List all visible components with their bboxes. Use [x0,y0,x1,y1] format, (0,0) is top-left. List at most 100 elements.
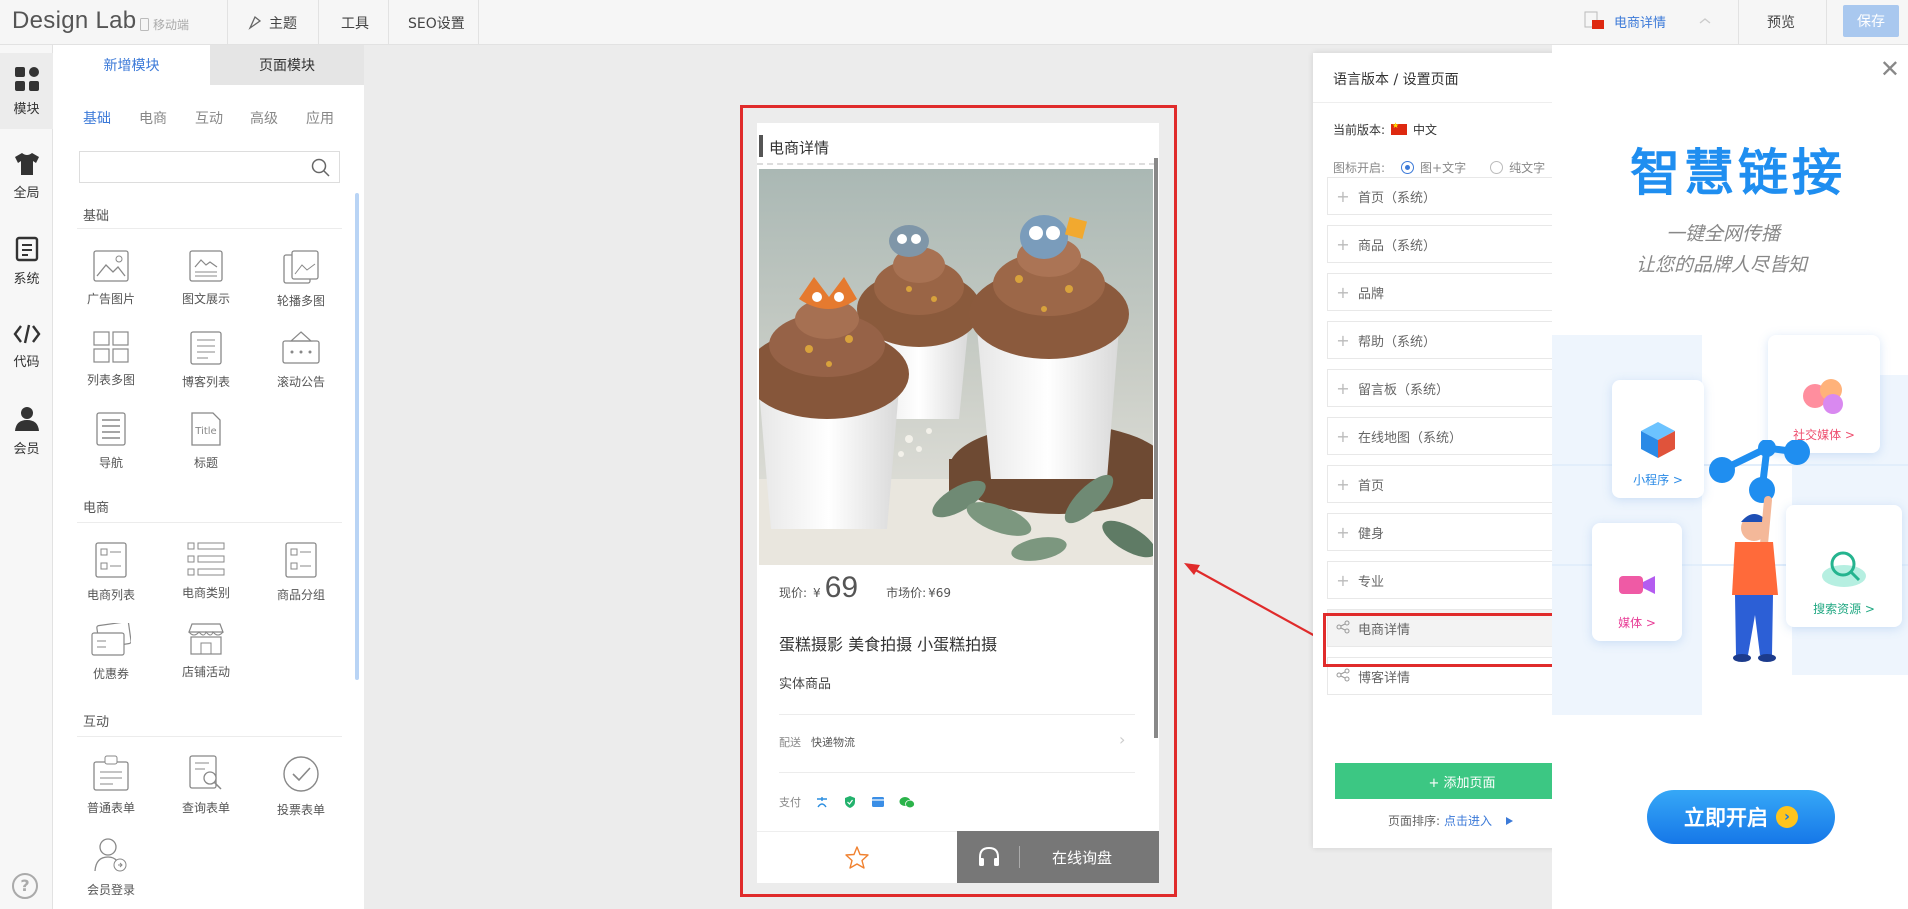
code-icon [13,324,40,343]
module-list-images[interactable]: 列表多图 [71,331,151,388]
promo-title: 智慧链接 [1630,144,1846,202]
plus-icon: + [1336,522,1350,542]
china-flag-icon [1391,121,1408,135]
module-label: 店铺活动 [181,665,230,679]
phone-page-title: 电商详情 [769,139,830,157]
category-tab-ecommerce[interactable]: 电商 [139,108,167,128]
divider [779,772,1135,773]
promo-subtitle-1: 一键全网传播 [1666,223,1781,245]
promo-button-label: 立即开启 [1684,806,1768,830]
section-title: 基础 [83,209,110,224]
divider [1019,846,1020,868]
category-tab-apps[interactable]: 应用 [306,108,334,128]
category-tab-basic[interactable]: 基础 [83,108,111,128]
rail-item-code[interactable]: 代码 [0,308,53,384]
module-ecommerce-list[interactable]: 电商列表 [71,542,151,603]
chevron-right-icon: › [1119,730,1126,749]
divider [478,0,479,45]
sort-link[interactable]: 点击进入 [1444,812,1492,829]
promo-start-button[interactable]: 立即开启 › [1647,790,1835,844]
module-label: 博客列表 [181,375,230,389]
product-name: 蛋糕摄影 美食拍摄 小蛋糕拍摄 [779,635,998,654]
phone-title-bar[interactable]: 电商详情 [757,127,1155,165]
divider [77,736,342,737]
mobile-icon [140,18,149,31]
page-item-label: 健身 [1358,526,1385,542]
module-label: 投票表单 [276,803,325,817]
help-icon[interactable]: ? [12,873,38,899]
nav-seo[interactable]: SEO设置 [408,13,465,33]
module-query-form[interactable]: 查询表单 [166,755,246,816]
video-camera-icon [1619,576,1655,594]
nav-tools[interactable]: 工具 [341,13,369,33]
divider [1826,0,1827,45]
module-member-login[interactable]: 会员登录 [71,837,151,898]
module-image-text[interactable]: 图文展示 [166,250,246,307]
module-store-event[interactable]: 店铺活动 [166,623,246,680]
plus-icon: + [1336,474,1350,494]
shipping-label: 配送 [779,736,801,749]
plus-icon: + [1336,570,1350,590]
module-blog-list[interactable]: 博客列表 [166,331,246,390]
promo-card-media[interactable]: 媒体 > [1592,523,1682,641]
module-carousel[interactable]: 轮播多图 [261,250,341,309]
product-group-icon [285,542,317,578]
module-coupon[interactable]: 优惠券 [71,623,151,682]
module-product-group[interactable]: 商品分组 [261,542,341,603]
category-tab-interactive[interactable]: 互动 [195,108,223,128]
module-panel-scrollbar[interactable] [355,193,359,680]
radio-image-text[interactable] [1401,161,1415,174]
tab-add-module[interactable]: 新增模块 [53,45,210,85]
app-logo: Design Lab [12,7,137,34]
radio-text-only[interactable] [1490,161,1504,174]
phone-scroll-edge [1154,158,1158,738]
nav-tools-label: 工具 [341,16,369,32]
module-ecommerce-category[interactable]: 电商类别 [166,542,246,601]
nav-theme[interactable]: 主题 [247,13,297,33]
module-label: 图文展示 [181,292,230,306]
rail-item-system[interactable]: 系统 [0,223,53,299]
mobile-mode-toggle[interactable]: 移动端 [140,16,189,33]
plus-icon: + [1336,426,1350,446]
consult-label: 在线询盘 [1052,848,1113,867]
plus-icon: + [1336,378,1350,398]
card-icon [872,797,884,807]
module-search-input[interactable] [79,151,340,183]
module-ad-image[interactable]: 广告图片 [71,250,151,307]
module-scroll-notice[interactable]: 滚动公告 [261,331,341,390]
favorite-button[interactable] [757,831,957,883]
module-title[interactable]: Title 标题 [166,412,246,471]
tab-page-module[interactable]: 页面模块 [210,45,364,85]
add-page-button[interactable]: + 添加页面 [1335,763,1589,799]
module-label: 普通表单 [86,801,135,815]
plus-icon: + [1336,186,1350,206]
product-type: 实体商品 [779,677,832,692]
current-page-select[interactable]: 电商详情 [1582,11,1712,31]
radio-label: 图+文字 [1420,161,1467,175]
alipay-icon [817,797,827,808]
promo-illustration [1709,440,1810,662]
section-title: 互动 [83,715,110,730]
left-rail: 模块 全局 系统 代码 会员 [0,45,53,909]
module-vote-form[interactable]: 投票表单 [261,755,341,818]
online-consult-button[interactable]: 在线询盘 [957,831,1159,883]
divider [779,714,1135,715]
shipping-row[interactable]: 配送 快递物流 [779,734,855,750]
module-normal-form[interactable]: 普通表单 [71,755,151,816]
rail-item-member[interactable]: 会员 [0,393,53,469]
module-panel: 新增模块 页面模块 基础 电商 互动 高级 应用 基础 广告图片 图文展示 轮播… [53,45,364,909]
page-flag-icon [1584,11,1604,29]
save-button[interactable]: 保存 [1843,5,1899,37]
settings-title: 语言版本 / 设置页面 [1333,72,1459,88]
rail-label: 系统 [13,271,40,287]
module-label: 商品分组 [276,588,325,602]
category-tab-advanced[interactable]: 高级 [250,108,278,128]
phone-preview[interactable]: 电商详情 现价: ¥ 69 市场价: ¥69 蛋糕摄影 美食拍摄 小蛋糕拍摄 实… [757,123,1159,883]
promo-card-social[interactable]: 社交媒体 > [1768,335,1880,453]
rail-item-modules[interactable]: 模块 [0,53,53,129]
preview-button[interactable]: 预览 [1767,12,1795,32]
module-navigation[interactable]: 导航 [71,412,151,471]
product-image[interactable] [759,169,1153,565]
rail-item-global[interactable]: 全局 [0,138,53,214]
page-item-label: 商品（系统） [1358,238,1437,254]
